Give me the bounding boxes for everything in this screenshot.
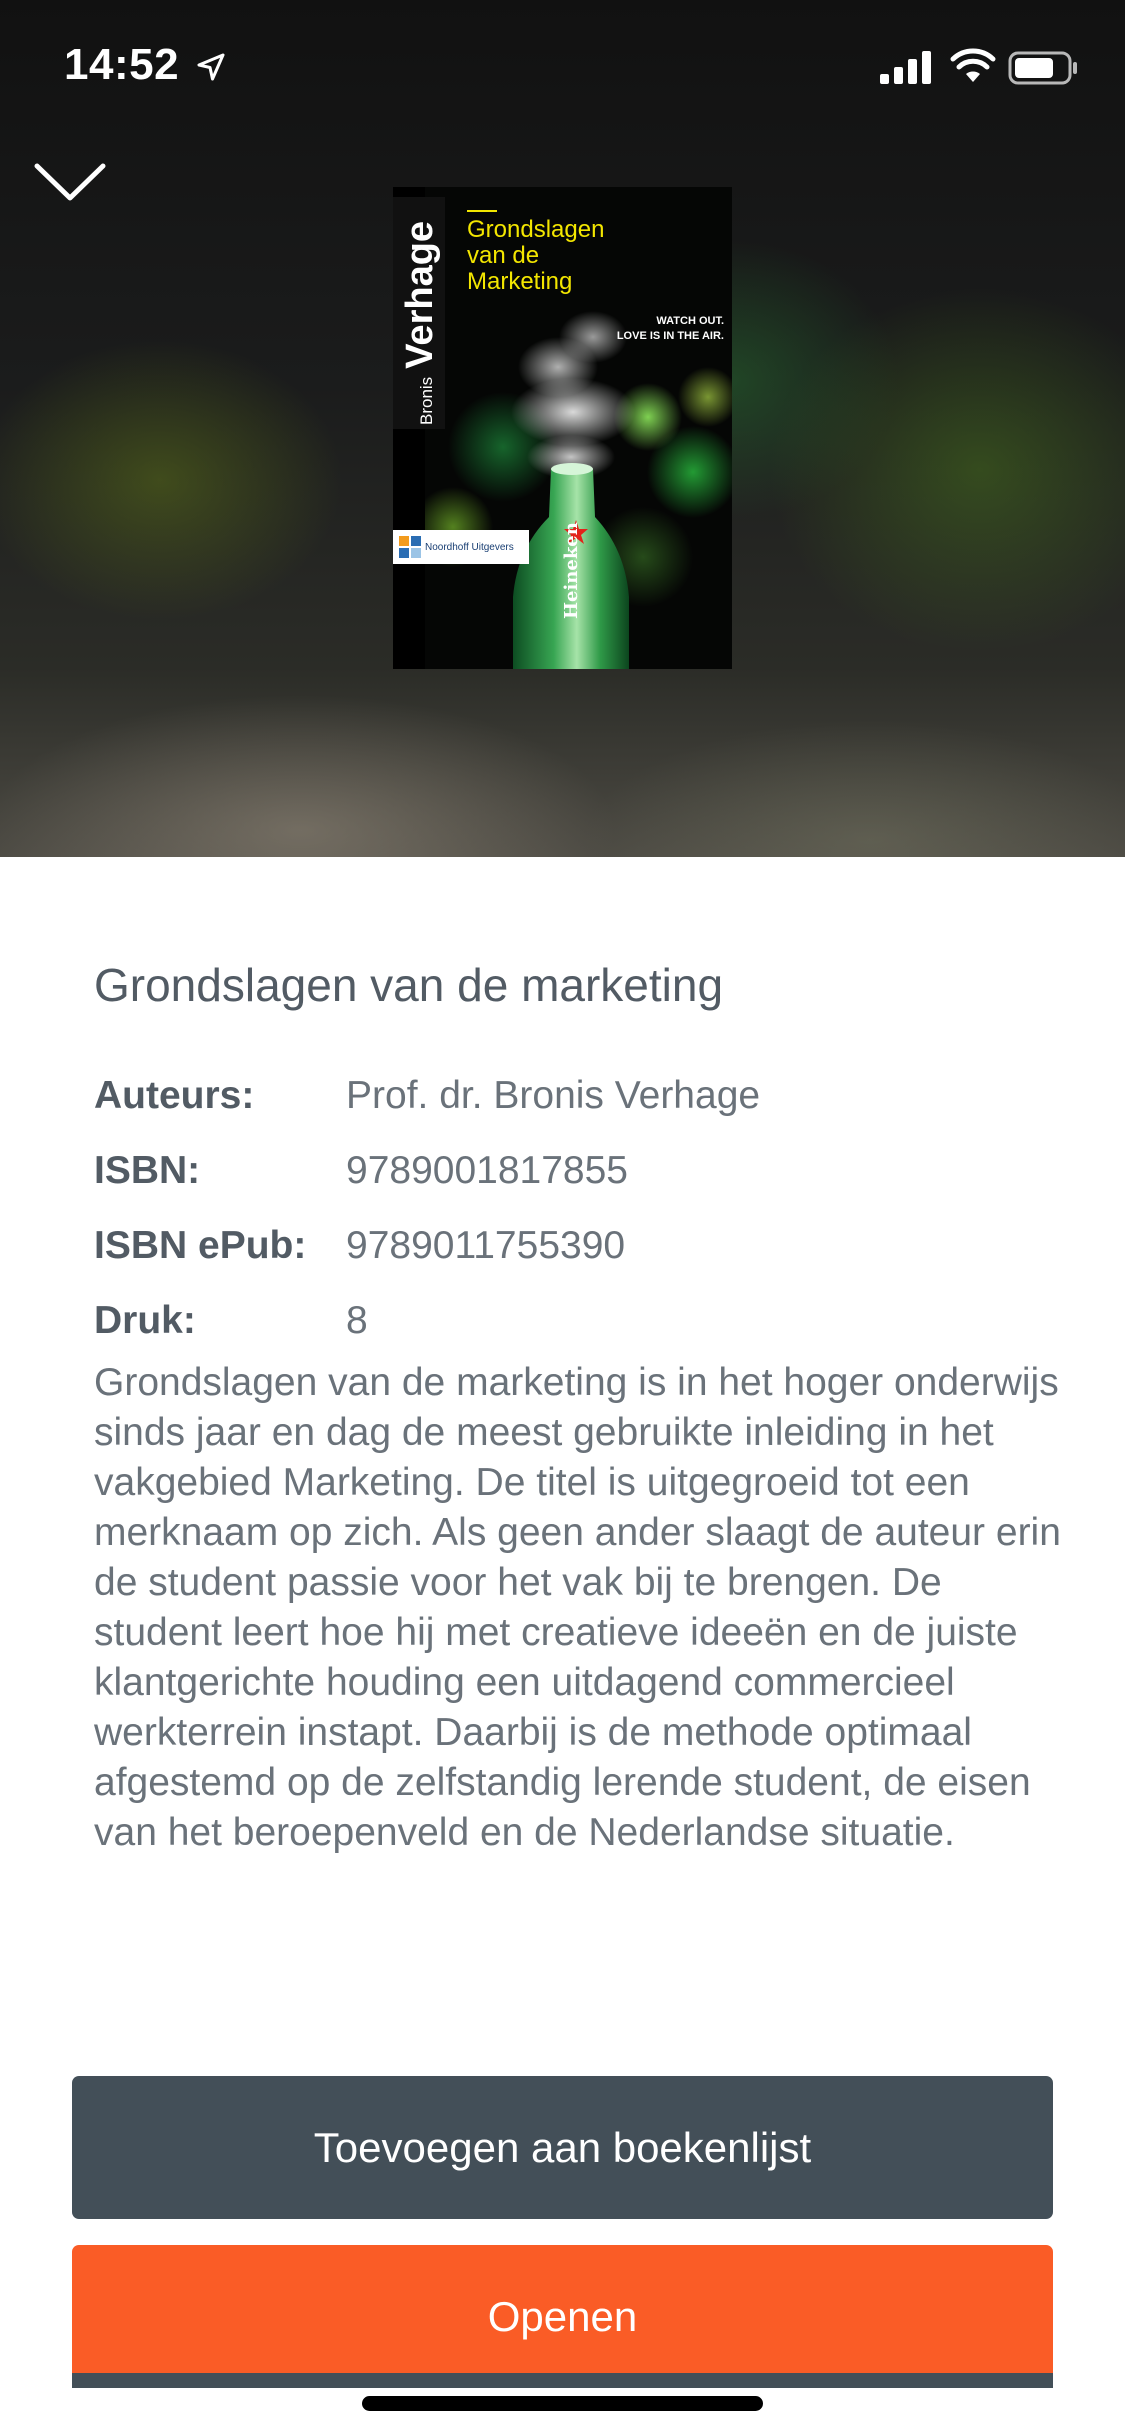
add-to-booklist-button[interactable]: Toevoegen aan boekenlijst	[72, 2076, 1053, 2219]
publisher-logo-icon	[399, 536, 421, 558]
open-button-label: Openen	[487, 2293, 638, 2340]
meta-label: ISBN ePub:	[94, 1223, 307, 1267]
meta-row-edition: Druk: 8	[94, 1283, 1074, 1358]
cellular-signal-icon	[880, 51, 931, 84]
open-button[interactable]: Openen	[72, 2245, 1053, 2388]
publisher-badge: Noordhoff Uitgevers	[393, 530, 529, 564]
book-meta: Auteurs: Prof. dr. Bronis Verhage ISBN: …	[94, 1058, 1074, 1358]
meta-value: 9789011755390	[346, 1223, 626, 1267]
meta-label: ISBN:	[94, 1148, 201, 1192]
book-cover: BronisVerhage Grondslagen van de Marketi…	[393, 187, 732, 669]
meta-label: Auteurs:	[94, 1073, 255, 1117]
meta-row-authors: Auteurs: Prof. dr. Bronis Verhage	[94, 1058, 1074, 1133]
next-button-edge	[72, 2373, 1053, 2388]
meta-row-isbn-epub: ISBN ePub: 9789011755390	[94, 1208, 1074, 1283]
meta-row-isbn: ISBN: 9789001817855	[94, 1133, 1074, 1208]
location-arrow-icon	[197, 53, 225, 81]
beer-bottle-illustration: Heineken	[511, 311, 635, 669]
meta-value: 8	[346, 1298, 368, 1342]
wifi-icon	[950, 48, 996, 82]
status-time: 14:52	[64, 40, 180, 89]
book-title: Grondslagen van de marketing	[94, 959, 724, 1011]
meta-label: Druk:	[94, 1298, 196, 1342]
publisher-name: Noordhoff Uitgevers	[425, 541, 514, 553]
meta-value: Prof. dr. Bronis Verhage	[346, 1073, 761, 1117]
book-header: 14:52 BronisVerhage Grondslagen van de M…	[0, 0, 1125, 857]
meta-value: 9789001817855	[346, 1148, 628, 1192]
home-indicator[interactable]	[362, 2396, 763, 2411]
battery-icon	[1008, 51, 1077, 85]
book-description: Grondslagen van de marketing is in het h…	[94, 1361, 1061, 1854]
bottle-label: Heineken	[561, 522, 582, 619]
add-to-booklist-label: Toevoegen aan boekenlijst	[313, 2123, 812, 2171]
chevron-down-icon[interactable]	[30, 150, 110, 210]
status-bar: 14:52	[0, 0, 1125, 130]
